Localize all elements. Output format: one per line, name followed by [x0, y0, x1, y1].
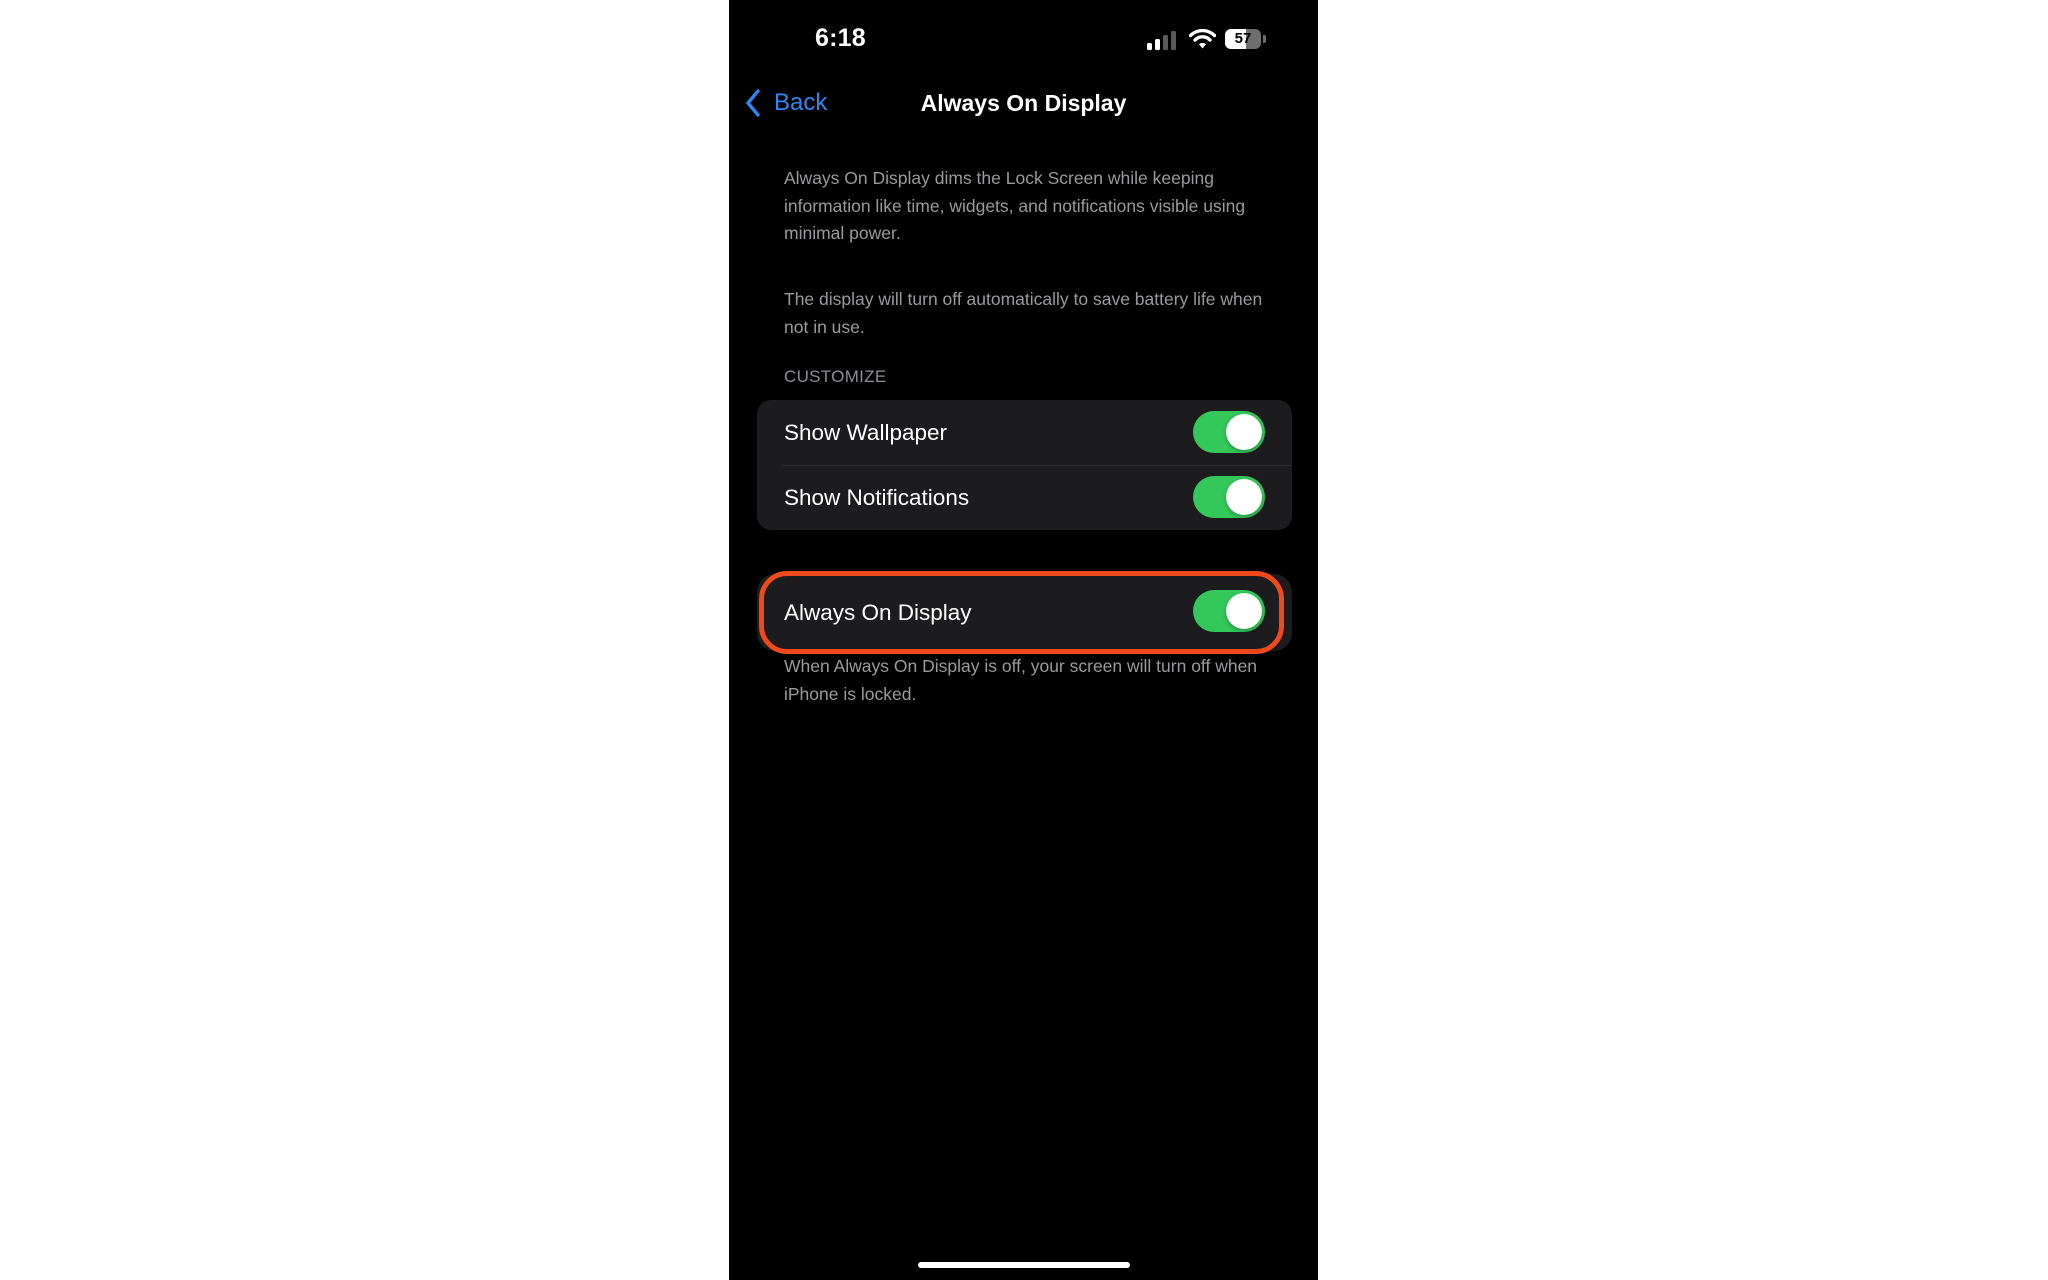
row-label: Show Notifications — [784, 484, 970, 510]
always-on-display-group: Always On Display — [757, 574, 1292, 651]
home-indicator[interactable] — [918, 1262, 1130, 1268]
page-title: Always On Display — [920, 90, 1127, 116]
phone-screen: 6:18 57 Back Always On Display Always On… — [729, 0, 1318, 1280]
toggle-knob — [1226, 593, 1262, 629]
row-label: Always On Display — [784, 599, 972, 625]
show-wallpaper-toggle[interactable] — [1193, 411, 1265, 453]
show-notifications-toggle[interactable] — [1193, 476, 1265, 518]
toggle-knob — [1226, 479, 1262, 515]
battery-percent: 57 — [1234, 30, 1252, 47]
wifi-icon — [1188, 28, 1217, 50]
list-item-show-notifications: Show Notifications — [757, 465, 1292, 530]
status-time: 6:18 — [815, 24, 866, 52]
description-paragraph: The display will turn off automatically … — [784, 289, 1263, 337]
description-paragraph: Always On Display dims the Lock Screen w… — [784, 168, 1246, 243]
always-on-display-footer: When Always On Display is off, your scre… — [784, 656, 1258, 704]
battery-icon: 57 — [1225, 29, 1267, 49]
toggle-knob — [1226, 414, 1262, 450]
cellular-signal-icon — [1147, 30, 1179, 50]
list-item-show-wallpaper: Show Wallpaper — [757, 400, 1292, 465]
customize-group: Show Wallpaper Show Notifications — [757, 400, 1292, 530]
section-header-customize: CUSTOMIZE — [784, 367, 887, 386]
list-item-always-on-display: Always On Display — [757, 574, 1292, 651]
always-on-display-toggle[interactable] — [1193, 590, 1265, 632]
row-label: Show Wallpaper — [784, 419, 947, 445]
